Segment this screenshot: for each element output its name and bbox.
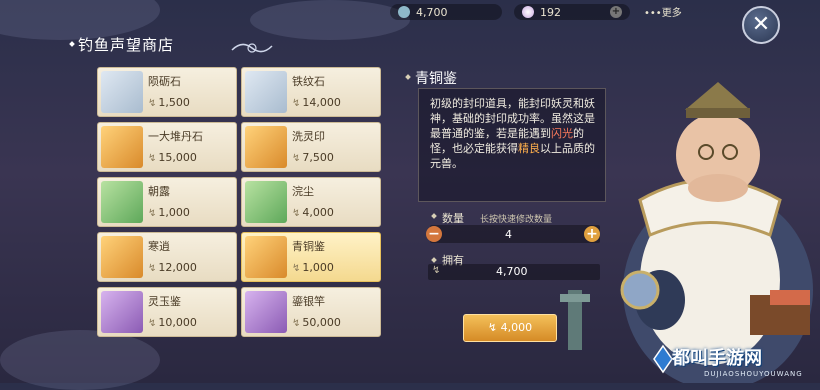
item-grid: 陨砺石 1,500 铁纹石 14,000 一大堆丹石 15,000 洗灵印 7,…: [97, 67, 381, 343]
item-price: 15,000: [148, 151, 197, 164]
item-name: 浣尘: [292, 185, 314, 198]
shop-item[interactable]: 浣尘 4,000: [241, 177, 381, 227]
shop-item[interactable]: 寒逍 12,000: [97, 232, 237, 282]
item-price: 7,500: [292, 151, 334, 164]
item-price: 10,000: [148, 316, 197, 329]
fishing-coin-icon: ↯: [432, 265, 441, 276]
item-price: 14,000: [292, 96, 341, 109]
shop-item[interactable]: 朝露 1,000: [97, 177, 237, 227]
quantity-bullet: [431, 213, 437, 219]
fishing-coin-icon: [398, 6, 410, 18]
site-logo-icon: [653, 344, 673, 374]
item-price: 1,000: [148, 206, 190, 219]
item-thumbnail: [101, 71, 143, 113]
item-name: 洗灵印: [292, 130, 325, 143]
shop-item[interactable]: 一大堆丹石 15,000: [97, 122, 237, 172]
buy-button[interactable]: ↯ 4,000: [463, 314, 557, 342]
item-name: 鎏银竿: [292, 295, 325, 308]
coin-amount: 4,700: [416, 5, 448, 19]
shop-item-selected[interactable]: 青铜鉴 1,000: [241, 232, 381, 282]
owned-value: 4,700: [496, 265, 528, 278]
item-price: 12,000: [148, 261, 197, 274]
detail-bullet: [405, 74, 411, 80]
cloud-decoration: [250, 0, 410, 40]
item-thumbnail: [101, 126, 143, 168]
fishing-coin-icon: ↯: [487, 321, 498, 334]
item-price: 1,000: [292, 261, 334, 274]
detail-title: 青铜鉴: [415, 71, 457, 87]
page-title: 钓鱼声望商店: [78, 36, 175, 54]
table-post: [560, 290, 590, 350]
quantity-stepper[interactable]: [430, 225, 600, 243]
close-icon: ✕: [751, 12, 771, 37]
owned-bullet: [431, 257, 437, 263]
item-thumbnail: [245, 126, 287, 168]
desc-highlight-flash: 闪光: [551, 127, 573, 140]
site-logo-subtitle: DUJIAOSHOUYOUWANG: [704, 370, 803, 378]
item-name: 青铜鉴: [292, 240, 325, 253]
minus-icon: −: [428, 226, 440, 242]
more-link[interactable]: •••更多: [644, 4, 682, 19]
item-price: 4,000: [292, 206, 334, 219]
shop-item[interactable]: 鎏银竿 50,000: [241, 287, 381, 337]
title-bullet: [69, 41, 75, 47]
item-name: 寒逍: [148, 240, 170, 253]
shop-item[interactable]: 陨砺石 1,500: [97, 67, 237, 117]
item-thumbnail: [245, 291, 287, 333]
item-name: 陨砺石: [148, 75, 181, 88]
item-thumbnail: [101, 181, 143, 223]
merchant-character: [620, 82, 813, 383]
shop-item[interactable]: 灵玉鉴 10,000: [97, 287, 237, 337]
item-price: 50,000: [292, 316, 341, 329]
quantity-label: 数量: [442, 212, 464, 225]
item-description: 初级的封印道具，能封印妖灵和妖神，基础的封印成功率。虽然这是最普通的鉴，若是能遇…: [430, 96, 602, 171]
pearl-icon: [522, 6, 534, 18]
plus-icon: +: [586, 226, 598, 242]
gem-amount: 192: [540, 5, 561, 19]
quantity-value: 4: [505, 228, 512, 241]
buy-price: 4,000: [500, 321, 533, 334]
site-logo-text: 都叫手游网: [672, 348, 762, 369]
close-button[interactable]: ✕: [742, 6, 780, 44]
item-name: 一大堆丹石: [148, 130, 203, 143]
more-label: 更多: [661, 8, 682, 19]
decrease-quantity-button[interactable]: −: [426, 226, 442, 242]
item-thumbnail: [101, 236, 143, 278]
item-thumbnail: [245, 181, 287, 223]
item-name: 铁纹石: [292, 75, 325, 88]
add-gem-button[interactable]: +: [610, 6, 622, 18]
item-thumbnail: [101, 291, 143, 333]
desc-highlight-quality: 精良: [518, 142, 540, 155]
item-price: 1,500: [148, 96, 190, 109]
gem-balance: 192 +: [514, 4, 630, 20]
item-name: 灵玉鉴: [148, 295, 181, 308]
coin-balance: 4,700: [390, 4, 502, 20]
item-name: 朝露: [148, 185, 170, 198]
swirl-ornament-icon: [231, 43, 273, 53]
item-thumbnail: [245, 236, 287, 278]
quantity-hint: 长按快速修改数量: [480, 215, 553, 225]
increase-quantity-button[interactable]: +: [584, 226, 600, 242]
item-thumbnail: [245, 71, 287, 113]
shop-item[interactable]: 铁纹石 14,000: [241, 67, 381, 117]
shop-item[interactable]: 洗灵印 7,500: [241, 122, 381, 172]
